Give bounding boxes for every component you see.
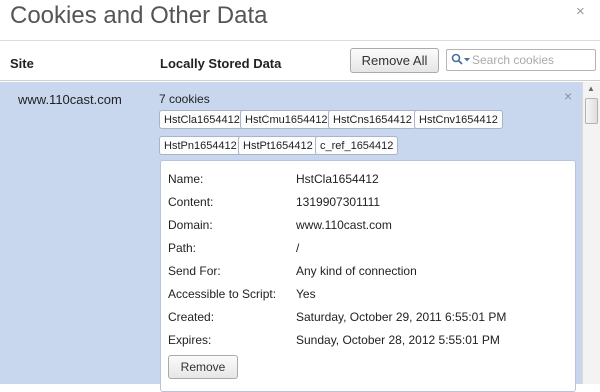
- dialog-title: Cookies and Other Data: [10, 2, 268, 29]
- cookie-chip[interactable]: HstCnv1654412: [414, 110, 503, 129]
- header-divider: [0, 40, 600, 41]
- field-value: Yes: [296, 287, 316, 301]
- search-field[interactable]: [446, 49, 596, 71]
- search-icon: [451, 53, 470, 65]
- field-label: Expires:: [168, 333, 212, 347]
- field-value: HstCla1654412: [296, 172, 379, 186]
- cookie-count: 7 cookies: [159, 92, 210, 106]
- field-value: www.110cast.com: [296, 218, 392, 232]
- cookie-chip[interactable]: HstCla1654412: [159, 110, 245, 129]
- scroll-up-arrow-icon[interactable]: ▲: [584, 84, 598, 94]
- site-column-header: Site: [10, 56, 34, 71]
- search-input[interactable]: [472, 51, 590, 68]
- remove-all-button[interactable]: Remove All: [350, 48, 439, 73]
- field-label: Path:: [168, 241, 197, 255]
- scroll-thumb[interactable]: [585, 98, 598, 124]
- cookie-chip[interactable]: HstCmu1654412: [240, 110, 333, 129]
- scrollbar[interactable]: [582, 82, 600, 384]
- cookie-chip[interactable]: HstCns1654412: [328, 110, 417, 129]
- field-value: /: [296, 241, 300, 255]
- field-value: Sunday, October 28, 2012 5:55:01 PM: [296, 333, 500, 347]
- field-label: Content:: [168, 195, 214, 209]
- remove-button[interactable]: Remove: [168, 355, 238, 379]
- field-value: Any kind of connection: [296, 264, 417, 278]
- field-label: Name:: [168, 172, 204, 186]
- site-name: www.110cast.com: [18, 92, 122, 107]
- field-value: Saturday, October 29, 2011 6:55:01 PM: [296, 310, 507, 324]
- cookie-chip[interactable]: c_ref_1654412: [315, 136, 399, 155]
- field-label: Created:: [168, 310, 215, 324]
- close-icon[interactable]: ×: [564, 88, 572, 104]
- field-label: Accessible to Script:: [168, 287, 277, 301]
- close-icon[interactable]: ×: [576, 3, 585, 20]
- data-column-header: Locally Stored Data: [160, 56, 282, 71]
- field-label: Domain:: [168, 218, 213, 232]
- field-value: 1319907301111: [296, 195, 381, 209]
- cookie-chip[interactable]: HstPn1654412: [159, 136, 242, 155]
- cookie-chip[interactable]: HstPt1654412: [238, 136, 318, 155]
- field-label: Send For:: [168, 264, 221, 278]
